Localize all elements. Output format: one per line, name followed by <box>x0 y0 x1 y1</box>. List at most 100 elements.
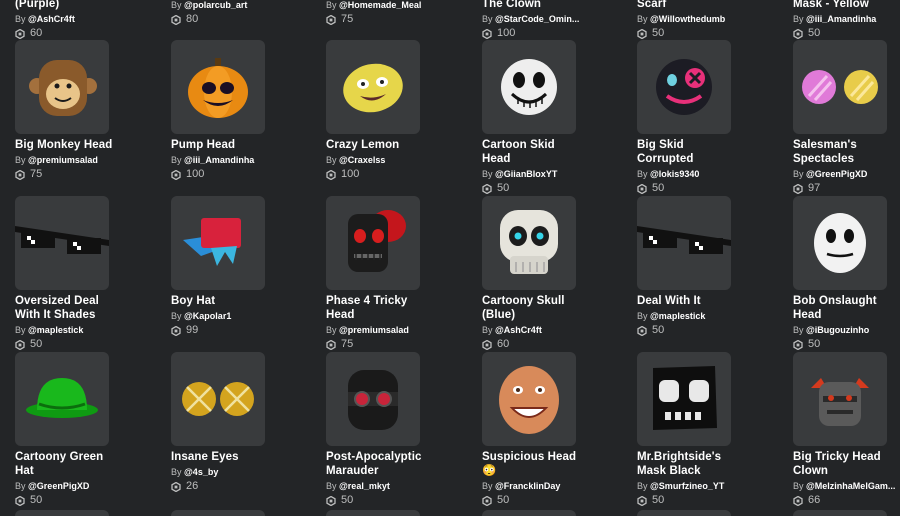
creator-link[interactable]: @Willowthedumb <box>650 14 725 24</box>
item-name[interactable]: Scarf <box>637 0 777 11</box>
catalog-item[interactable]: Big Skid Corrupted By @lokis9340 50 <box>637 40 777 195</box>
item-thumbnail[interactable] <box>793 352 887 446</box>
item-name[interactable]: Oversized Deal With It Shades <box>15 294 155 322</box>
item-thumbnail[interactable] <box>326 352 420 446</box>
catalog-item[interactable]: Crazy Lemon By @Craxelss 100 <box>326 40 466 181</box>
item-thumbnail[interactable] <box>482 352 576 446</box>
item-thumbnail[interactable] <box>793 510 887 516</box>
creator-link[interactable]: @iii_Amandinha <box>184 155 254 165</box>
item-name[interactable]: Cartoony Green Hat <box>15 450 155 478</box>
catalog-item[interactable]: Pump Head By @iii_Amandinha 100 <box>171 40 311 181</box>
creator-link[interactable]: @iBugouzinho <box>806 325 869 335</box>
item-name[interactable]: Insane Eyes <box>171 450 311 464</box>
item-thumbnail[interactable] <box>637 352 731 446</box>
creator-link[interactable]: @AshCr4ft <box>28 14 75 24</box>
item-name[interactable]: The Clown <box>482 0 622 11</box>
item-name[interactable]: Pump Head <box>171 138 311 152</box>
robux-icon <box>15 339 25 350</box>
creator-link[interactable]: @AshCr4ft <box>495 325 542 335</box>
catalog-item[interactable]: Salesman's Spectacles By @GreenPigXD 97 <box>793 40 900 195</box>
item-name[interactable]: Mask - Yellow <box>793 0 900 11</box>
catalog-item[interactable]: Boy Hat By @Kapolar1 99 <box>171 196 311 337</box>
catalog-item[interactable]: Cartoony Skull (Blue) By @AshCr4ft 60 <box>482 196 622 351</box>
item-name[interactable]: Crazy Lemon <box>326 138 466 152</box>
catalog-item[interactable]: Oversized Deal With It Shades By @maples… <box>15 196 155 351</box>
creator-link[interactable]: @GreenPigXD <box>806 169 867 179</box>
item-name[interactable]: Suspicious Head 😳 <box>482 450 622 478</box>
item-name[interactable]: Big Monkey Head <box>15 138 155 152</box>
creator-link[interactable]: @premiumsalad <box>339 325 409 335</box>
item-name[interactable]: Deal With It <box>637 294 777 308</box>
creator-link[interactable]: @Smurfzineo_YT <box>650 481 724 491</box>
item-name[interactable]: Bob Onslaught Head <box>793 294 900 322</box>
item-thumbnail[interactable] <box>171 40 265 134</box>
creator-link[interactable]: @FrancklinDay <box>495 481 560 491</box>
creator-link[interactable]: @lokis9340 <box>650 169 699 179</box>
item-name[interactable]: Phase 4 Tricky Head <box>326 294 466 322</box>
catalog-item[interactable]: Phase 4 Tricky Head By @premiumsalad 75 <box>326 196 466 351</box>
catalog-item[interactable]: Post-Apocalyptic Marauder By @real_mkyt … <box>326 352 466 507</box>
item-thumbnail[interactable] <box>15 40 109 134</box>
robux-icon <box>326 169 336 180</box>
item-thumbnail[interactable] <box>482 40 576 134</box>
item-thumbnail[interactable] <box>482 196 576 290</box>
item-thumbnail[interactable] <box>326 40 420 134</box>
item-price: 100 <box>482 27 622 40</box>
creator-link[interactable]: @GiianBloxYT <box>495 169 557 179</box>
creator-link[interactable]: @GreenPigXD <box>28 481 89 491</box>
catalog-item[interactable]: By @Homemade_Meal 75 <box>326 0 466 26</box>
item-name[interactable]: Mr.Brightside's Mask Black <box>637 450 777 478</box>
catalog-item[interactable]: Cartoony Green Hat By @GreenPigXD 50 <box>15 352 155 507</box>
item-thumbnail[interactable] <box>482 510 576 516</box>
item-name[interactable]: Cartoon Skid Head <box>482 138 622 166</box>
creator-link[interactable]: @StarCode_Omin... <box>495 14 579 24</box>
creator-link[interactable]: @premiumsalad <box>28 155 98 165</box>
catalog-item[interactable]: Insane Eyes By @4s_by 26 <box>171 352 311 493</box>
creator-link[interactable]: @MelzinhaMelGam... <box>806 481 895 491</box>
catalog-item[interactable]: Suspicious Head 😳 By @FrancklinDay 50 <box>482 352 622 507</box>
item-thumbnail[interactable] <box>15 510 109 516</box>
item-thumbnail[interactable] <box>793 196 887 290</box>
item-name[interactable]: Cartoony Skull (Blue) <box>482 294 622 322</box>
robux-icon <box>482 339 492 350</box>
catalog-item[interactable]: Big Tricky Head Clown By @MelzinhaMelGam… <box>793 352 900 507</box>
boy-hat-icon <box>183 218 241 266</box>
catalog-item[interactable]: (Purple) By @AshCr4ft 60 <box>15 0 155 40</box>
creator-link[interactable]: @maplestick <box>650 311 705 321</box>
item-name[interactable]: (Purple) <box>15 0 155 11</box>
item-name[interactable]: Big Tricky Head Clown <box>793 450 900 478</box>
item-thumbnail[interactable] <box>15 196 109 290</box>
item-thumbnail[interactable] <box>15 352 109 446</box>
item-name[interactable]: Post-Apocalyptic Marauder <box>326 450 466 478</box>
catalog-item[interactable]: Mask - Yellow By @iii_Amandinha 50 <box>793 0 900 40</box>
robux-icon <box>171 169 181 180</box>
catalog-item[interactable]: Big Monkey Head By @premiumsalad 75 <box>15 40 155 181</box>
creator-link[interactable]: @Craxelss <box>339 155 385 165</box>
item-thumbnail[interactable] <box>637 510 731 516</box>
catalog-item[interactable]: Cartoon Skid Head By @GiianBloxYT 50 <box>482 40 622 195</box>
creator-link[interactable]: @Homemade_Meal <box>339 0 421 10</box>
catalog-item[interactable]: Deal With It By @maplestick 50 <box>637 196 777 337</box>
creator-link[interactable]: @maplestick <box>28 325 83 335</box>
item-thumbnail[interactable] <box>637 40 731 134</box>
item-thumbnail[interactable] <box>326 196 420 290</box>
catalog-item[interactable]: Scarf By @Willowthedumb 50 <box>637 0 777 40</box>
item-thumbnail[interactable] <box>171 352 265 446</box>
item-thumbnail[interactable] <box>171 196 265 290</box>
item-name[interactable]: Boy Hat <box>171 294 311 308</box>
catalog-item[interactable]: Mr.Brightside's Mask Black By @Smurfzine… <box>637 352 777 507</box>
catalog-item[interactable]: By @polarcub_art 80 <box>171 0 311 26</box>
catalog-item[interactable]: Bob Onslaught Head By @iBugouzinho 50 <box>793 196 900 351</box>
item-thumbnail[interactable] <box>637 196 731 290</box>
item-thumbnail[interactable] <box>171 510 265 516</box>
item-name[interactable]: Big Skid Corrupted <box>637 138 777 166</box>
creator-link[interactable]: @iii_Amandinha <box>806 14 876 24</box>
item-thumbnail[interactable] <box>793 40 887 134</box>
item-name[interactable]: Salesman's Spectacles <box>793 138 900 166</box>
catalog-item[interactable]: The Clown By @StarCode_Omin... 100 <box>482 0 622 40</box>
item-thumbnail[interactable] <box>326 510 420 516</box>
creator-link[interactable]: @Kapolar1 <box>184 311 231 321</box>
creator-link[interactable]: @4s_by <box>184 467 218 477</box>
creator-link[interactable]: @real_mkyt <box>339 481 390 491</box>
creator-link[interactable]: @polarcub_art <box>184 0 247 10</box>
